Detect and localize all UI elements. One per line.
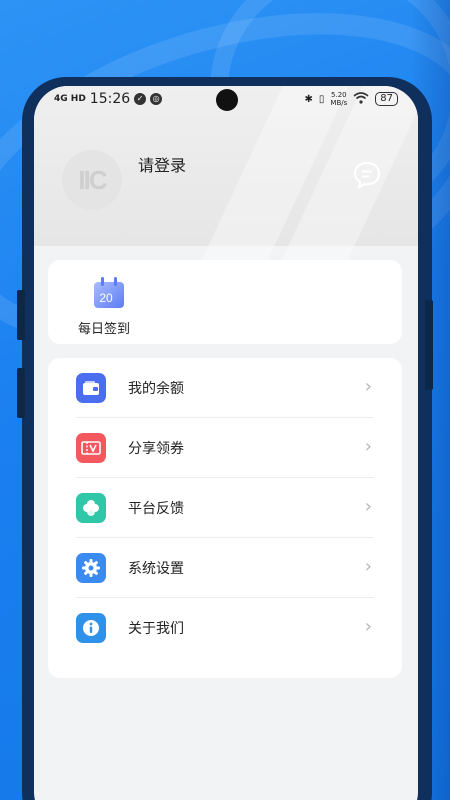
menu-item-share-coupon[interactable]: 分享领券 › (48, 418, 402, 478)
network-speed-value: 5.20 (331, 91, 347, 99)
network-speed-unit: MB/s (330, 99, 348, 107)
notification-app-icon: ◎ (150, 93, 163, 105)
menu-card: 我的余额 › 分享领券 › 平台反馈 › 系统设置 › 关于我们 › (48, 358, 402, 678)
clock: 15:26 (89, 91, 131, 107)
calendar-day: 20 (99, 291, 113, 305)
avatar[interactable]: IIC (62, 150, 122, 210)
menu-item-label: 关于我们 (128, 621, 184, 637)
status-bar: 4G HD 15:26 ✓ ◎ ✱ ▯ 5.20 MB/s 87 (34, 86, 418, 114)
wifi-icon (353, 91, 369, 107)
menu-item-balance[interactable]: 我的余额 › (48, 358, 402, 418)
signal-indicator: 4G HD (54, 93, 86, 104)
wallet-icon (76, 373, 106, 403)
calendar-icon: 20 (94, 277, 124, 308)
menu-item-label: 平台反馈 (128, 501, 184, 517)
menu-item-settings[interactable]: 系统设置 › (48, 538, 402, 598)
chevron-right-icon: › (364, 556, 372, 577)
daily-checkin-card[interactable]: 20 每日签到 (48, 260, 402, 344)
info-icon (76, 613, 106, 643)
app-screen: 4G HD 15:26 ✓ ◎ ✱ ▯ 5.20 MB/s 87 IIC 请登录 (34, 86, 418, 800)
chevron-right-icon: › (364, 376, 372, 397)
phone-side-button (425, 300, 433, 390)
menu-item-label: 系统设置 (128, 561, 184, 577)
notification-check-icon: ✓ (134, 93, 147, 105)
coupon-icon (76, 433, 106, 463)
battery-indicator: 87 (375, 92, 398, 106)
phone-side-button (17, 290, 25, 340)
chevron-right-icon: › (364, 616, 372, 637)
gear-icon (76, 553, 106, 583)
avatar-logo: IIC (78, 164, 107, 195)
bluetooth-icon: ✱ (304, 93, 313, 105)
message-button[interactable] (352, 160, 382, 190)
menu-item-label: 分享领券 (128, 441, 184, 457)
vibrate-icon: ▯ (318, 93, 325, 105)
network-speed: 5.20 MB/s (330, 91, 347, 107)
clover-icon (76, 493, 106, 523)
chat-bubble-icon (353, 161, 381, 190)
checkin-label: 每日签到 (78, 322, 131, 337)
front-camera (216, 89, 238, 111)
menu-item-label: 我的余额 (128, 381, 184, 397)
menu-item-about[interactable]: 关于我们 › (48, 598, 402, 658)
login-link[interactable]: 请登录 (138, 152, 186, 176)
menu-item-feedback[interactable]: 平台反馈 › (48, 478, 402, 538)
chevron-right-icon: › (364, 436, 372, 457)
chevron-right-icon: › (364, 496, 372, 517)
phone-side-button (17, 368, 25, 418)
